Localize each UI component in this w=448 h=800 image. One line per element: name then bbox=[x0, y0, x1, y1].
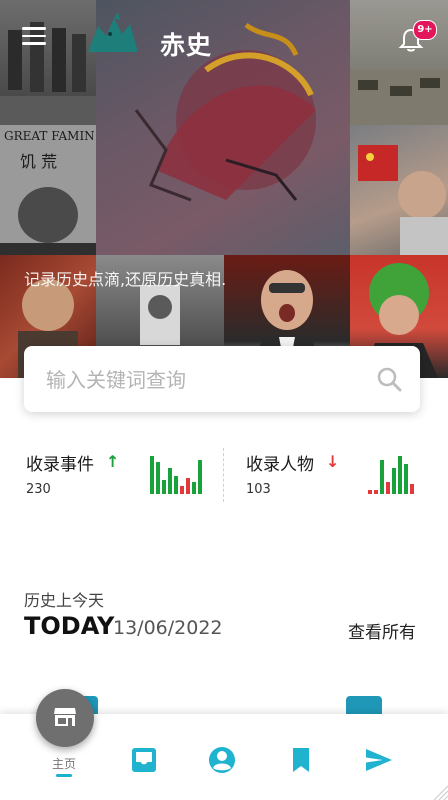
nav-home-label: 主页 bbox=[52, 757, 77, 771]
hero-photo-crowd bbox=[0, 0, 96, 125]
stats-divider bbox=[223, 448, 224, 502]
search-icon[interactable] bbox=[376, 366, 402, 392]
chart-bar bbox=[162, 480, 166, 494]
stat-events-chart bbox=[150, 456, 202, 494]
trend-up-icon: ↑ bbox=[106, 452, 120, 471]
stat-people-value: 103 bbox=[246, 482, 271, 497]
store-icon bbox=[54, 708, 76, 726]
chart-bar bbox=[186, 478, 190, 494]
resize-handle-icon bbox=[433, 785, 448, 800]
nav-active-indicator bbox=[56, 774, 72, 777]
hero-collage: GREAT FAMIN 饥 荒 赤史 9+ 记录历史点滴,还原历史真相. bbox=[0, 0, 448, 378]
chart-bar bbox=[174, 476, 178, 494]
famine-cn-caption: 饥 荒 bbox=[20, 152, 57, 171]
notification-badge: 9+ bbox=[413, 20, 437, 40]
search-bar bbox=[24, 346, 420, 414]
hero-photo-flag-protest bbox=[350, 125, 448, 255]
app-tagline: 记录历史点滴,还原历史真相. bbox=[24, 270, 227, 289]
chart-bar bbox=[180, 486, 184, 494]
chart-bar bbox=[392, 468, 396, 494]
famine-caption: GREAT FAMIN bbox=[4, 129, 95, 143]
chart-bar bbox=[374, 490, 378, 494]
app-title: 赤史 bbox=[160, 31, 213, 60]
stat-events[interactable]: 收录事件 ↑ 230 bbox=[26, 448, 216, 508]
chart-bar bbox=[386, 482, 390, 494]
chart-bar bbox=[156, 462, 160, 494]
chart-bar bbox=[150, 456, 154, 494]
chart-bar bbox=[198, 460, 202, 494]
stat-people-chart bbox=[368, 456, 414, 494]
view-all-link[interactable]: 查看所有 bbox=[348, 618, 416, 643]
today-caption: 历史上今天 bbox=[24, 591, 105, 610]
stat-events-label: 收录事件 bbox=[26, 455, 94, 475]
chart-bar bbox=[380, 460, 384, 494]
home-button[interactable] bbox=[36, 689, 94, 747]
trend-down-icon: ↓ bbox=[326, 452, 340, 471]
chart-bar bbox=[410, 484, 414, 494]
hero-photo-famine-poster: GREAT FAMIN 饥 荒 bbox=[0, 125, 96, 255]
chart-bar bbox=[398, 456, 402, 494]
chart-bar bbox=[404, 464, 408, 494]
chart-bar bbox=[168, 468, 172, 494]
chart-bar bbox=[368, 490, 372, 494]
chart-bar bbox=[192, 482, 196, 494]
search-input[interactable] bbox=[44, 346, 368, 414]
today-date: 13/06/2022 bbox=[113, 617, 223, 639]
logo-icon bbox=[88, 12, 138, 52]
inbox-icon[interactable] bbox=[129, 745, 159, 775]
bookmark-icon[interactable] bbox=[286, 745, 316, 775]
stat-events-value: 230 bbox=[26, 482, 51, 497]
today-label: TODAY bbox=[24, 612, 115, 640]
stat-people-label: 收录人物 bbox=[246, 455, 314, 475]
account-icon[interactable] bbox=[207, 745, 237, 775]
send-icon[interactable] bbox=[364, 745, 394, 775]
hero-photo-tanks bbox=[350, 0, 448, 125]
stat-people[interactable]: 收录人物 ↓ 103 bbox=[246, 448, 436, 508]
menu-icon[interactable] bbox=[22, 27, 46, 47]
